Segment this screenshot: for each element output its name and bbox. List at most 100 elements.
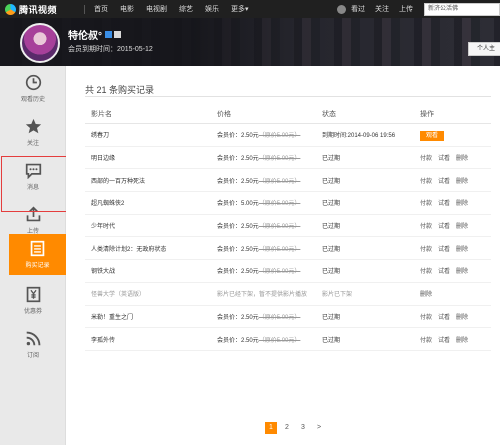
delete-link[interactable]: 删除 <box>456 312 468 321</box>
delete-link[interactable]: 删除 <box>456 266 468 275</box>
row-actions: 付款 试看 删除 <box>420 221 491 230</box>
trial-link[interactable]: 试看 <box>438 221 450 230</box>
row-actions: 付款 试看 删除 <box>420 244 491 253</box>
movie-name[interactable]: 明日边缘 <box>85 153 217 162</box>
delete-link[interactable]: 删除 <box>456 176 468 185</box>
sidebar-item-label: 购买记录 <box>25 263 50 269</box>
movie-name[interactable]: 钢铁大战 <box>85 266 217 275</box>
trial-link[interactable]: 试看 <box>438 176 450 185</box>
movie-name[interactable]: 米勒！重生之门 <box>85 312 217 321</box>
nav-history[interactable]: 看过 <box>351 4 365 14</box>
clock-icon <box>25 74 41 90</box>
rss-icon <box>26 331 40 345</box>
status-cell: 已过期 <box>322 314 341 321</box>
nav-entertainment[interactable]: 娱乐 <box>205 4 219 14</box>
trial-link[interactable]: 试看 <box>438 312 450 321</box>
original-price: （原价5.00元） <box>258 246 301 253</box>
price-cell: 会员价：2.50元（原价5.00元） <box>217 176 322 185</box>
main-nav: 首页 电影 电视剧 综艺 娱乐 更多▾ <box>79 0 255 18</box>
page-1-button[interactable]: 1 <box>265 422 277 434</box>
page-2-button[interactable]: 2 <box>281 422 293 434</box>
status-cell: 已过期 <box>322 178 341 185</box>
delete-link[interactable]: 删除 <box>456 335 468 344</box>
movie-name[interactable]: 超凡蜘蛛侠2 <box>85 198 217 207</box>
pay-link[interactable]: 付款 <box>420 266 432 275</box>
sidebar-item-label: 观看历史 <box>20 96 45 103</box>
pagination: 1 2 3 > <box>265 422 325 434</box>
nav-right-group: 看过 关注 上传 新济公活佛 <box>331 0 500 18</box>
operation-cell: 付款 试看 删除 <box>420 312 491 321</box>
original-price: （原价5.00元） <box>258 224 301 231</box>
pay-link[interactable]: 付款 <box>420 153 432 162</box>
nav-upload[interactable]: 上传 <box>399 4 413 14</box>
nav-home[interactable]: 首页 <box>94 4 108 14</box>
username: 特伦叔° <box>68 27 121 42</box>
nav-variety[interactable]: 综艺 <box>179 4 193 14</box>
movie-name[interactable]: 怪兽大学（英语版） <box>85 289 217 298</box>
table-row: 李孤外传 会员价：2.50元（原价5.00元） 已过期 付款 试看 删除 <box>85 328 491 351</box>
trial-link[interactable]: 试看 <box>438 266 450 275</box>
banner-overlay <box>0 18 500 66</box>
movie-name[interactable]: 李孤外传 <box>85 335 217 344</box>
purchase-list-icon <box>30 240 45 257</box>
sidebar-item-coupons[interactable]: 优惠券 <box>0 278 66 322</box>
movie-name[interactable]: 西部的一百万种死法 <box>85 176 217 185</box>
pay-link[interactable]: 付款 <box>420 335 432 344</box>
row-actions: 付款 试看 删除 <box>420 266 491 275</box>
logo-text: 腾讯视频 <box>19 4 58 15</box>
sidebar-item-history[interactable]: 观看历史 <box>0 66 66 110</box>
table-row: 超凡蜘蛛侠2 会员价：5.00元（原价5.00元） 已过期 付款 试看 删除 <box>85 192 491 215</box>
search-input[interactable]: 新济公活佛 <box>424 2 500 16</box>
delete-link[interactable]: 删除 <box>456 198 468 207</box>
sidebar-item-subscribe[interactable]: 订阅 <box>0 322 66 366</box>
price-cell: 会员价：5.00元（原价5.00元） <box>217 198 322 207</box>
nav-follow[interactable]: 关注 <box>375 4 389 14</box>
trial-link[interactable]: 试看 <box>438 198 450 207</box>
header-operation: 操作 <box>420 110 434 118</box>
member-price: 会员价：5.00元 <box>217 201 259 208</box>
member-price: 会员价：2.50元 <box>217 178 259 185</box>
nav-movies[interactable]: 电影 <box>120 4 134 14</box>
delete-link[interactable]: 删除 <box>420 292 432 298</box>
row-actions: 付款 试看 删除 <box>420 312 491 321</box>
movie-name[interactable]: 绣春刀 <box>85 130 217 139</box>
pay-link[interactable]: 付款 <box>420 176 432 185</box>
pay-link[interactable]: 付款 <box>420 221 432 230</box>
nav-more[interactable]: 更多▾ <box>231 4 249 14</box>
member-price: 会员价：2.50元 <box>217 337 259 344</box>
logo[interactable]: 腾讯视频 <box>5 3 79 16</box>
movie-name[interactable]: 人类清除计划2：无政府状态 <box>85 244 217 253</box>
operation-cell: 付款 试看 删除 <box>420 221 491 230</box>
pay-link[interactable]: 付款 <box>420 244 432 253</box>
page-3-button[interactable]: 3 <box>297 422 309 434</box>
row-actions: 付款 试看 删除 <box>420 198 491 207</box>
delete-link[interactable]: 删除 <box>456 153 468 162</box>
price-cell: 会员价：2.50元（原价5.00元） <box>217 266 322 275</box>
delete-link[interactable]: 删除 <box>456 221 468 230</box>
movie-name[interactable]: 少年时代 <box>85 221 217 230</box>
level-badge-icon <box>114 31 121 38</box>
status-cell: 已过期 <box>322 156 341 163</box>
pay-link[interactable]: 付款 <box>420 198 432 207</box>
delete-link[interactable]: 删除 <box>456 244 468 253</box>
member-price: 会员价：2.50元 <box>217 133 259 140</box>
nav-tv[interactable]: 电视剧 <box>146 4 167 14</box>
trial-link[interactable]: 试看 <box>438 244 450 253</box>
status-cell: 已过期 <box>322 201 341 208</box>
trial-link[interactable]: 试看 <box>438 335 450 344</box>
sidebar-item-follow[interactable]: 关注 <box>0 110 66 154</box>
table-row: 少年时代 会员价：2.50元（原价5.00元） 已过期 付款 试看 删除 <box>85 215 491 238</box>
membership-expiry: 会员到期时间：2015-05-12 <box>68 46 153 53</box>
next-page-button[interactable]: > <box>313 422 325 434</box>
sidebar-item-label: 订阅 <box>26 352 39 359</box>
sidebar-item-label: 关注 <box>26 140 39 147</box>
watch-button[interactable]: 观看 <box>420 131 445 142</box>
pay-link[interactable]: 付款 <box>420 312 432 321</box>
main-content: 共 21 条购买记录 影片名 价格 状态 操作 绣春刀 会员价：2.50元（原价… <box>66 66 500 445</box>
user-avatar-icon[interactable] <box>337 4 346 14</box>
personal-home-button[interactable]: 个人主 <box>468 42 500 56</box>
header-price: 价格 <box>217 110 231 118</box>
sidebar-item-purchases[interactable]: 购买记录 <box>9 234 66 275</box>
avatar[interactable] <box>20 23 60 63</box>
trial-link[interactable]: 试看 <box>438 153 450 162</box>
